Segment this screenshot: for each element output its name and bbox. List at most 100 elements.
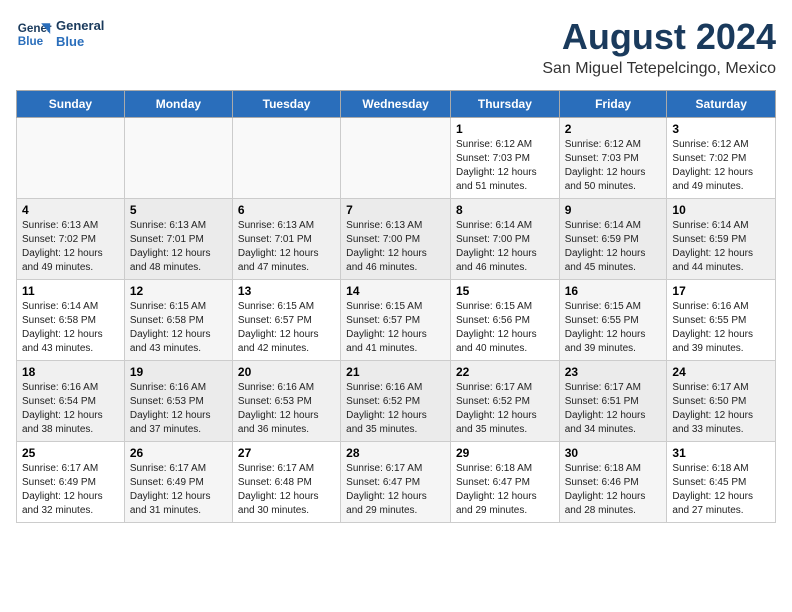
day-info: Sunrise: 6:17 AM Sunset: 6:52 PM Dayligh… — [456, 381, 554, 437]
day-number: 19 — [130, 365, 227, 379]
calendar-cell: 24 Sunrise: 6:17 AM Sunset: 6:50 PM Dayli… — [667, 361, 776, 442]
calendar-cell: 22 Sunrise: 6:17 AM Sunset: 6:52 PM Dayli… — [450, 361, 559, 442]
day-number: 31 — [672, 446, 770, 460]
day-number: 27 — [238, 446, 335, 460]
day-number: 12 — [130, 284, 227, 298]
day-number: 25 — [22, 446, 119, 460]
svg-text:Blue: Blue — [18, 35, 44, 48]
header-wednesday: Wednesday — [341, 91, 451, 118]
day-info: Sunrise: 6:15 AM Sunset: 6:56 PM Dayligh… — [456, 300, 554, 356]
day-number: 11 — [22, 284, 119, 298]
calendar-cell: 29 Sunrise: 6:18 AM Sunset: 6:47 PM Dayli… — [450, 442, 559, 523]
header-saturday: Saturday — [667, 91, 776, 118]
day-info: Sunrise: 6:13 AM Sunset: 7:01 PM Dayligh… — [238, 219, 335, 275]
title-section: August 2024 San Miguel Tetepelcingo, Mex… — [542, 16, 776, 78]
day-info: Sunrise: 6:15 AM Sunset: 6:58 PM Dayligh… — [130, 300, 227, 356]
day-number: 9 — [565, 203, 662, 217]
day-info: Sunrise: 6:15 AM Sunset: 6:57 PM Dayligh… — [346, 300, 445, 356]
day-info: Sunrise: 6:15 AM Sunset: 6:55 PM Dayligh… — [565, 300, 662, 356]
logo: General Blue General Blue — [16, 16, 104, 52]
header-thursday: Thursday — [450, 91, 559, 118]
week-row-5: 25 Sunrise: 6:17 AM Sunset: 6:49 PM Dayli… — [17, 442, 776, 523]
page-header: General Blue General Blue August 2024 Sa… — [16, 16, 776, 78]
day-info: Sunrise: 6:14 AM Sunset: 7:00 PM Dayligh… — [456, 219, 554, 275]
calendar-cell: 6 Sunrise: 6:13 AM Sunset: 7:01 PM Daylig… — [232, 199, 340, 280]
day-number: 21 — [346, 365, 445, 379]
header-sunday: Sunday — [17, 91, 125, 118]
day-info: Sunrise: 6:14 AM Sunset: 6:58 PM Dayligh… — [22, 300, 119, 356]
day-number: 2 — [565, 122, 662, 136]
day-info: Sunrise: 6:12 AM Sunset: 7:03 PM Dayligh… — [456, 138, 554, 194]
day-number: 6 — [238, 203, 335, 217]
calendar-cell: 17Sunrise: 6:16 AM Sunset: 6:55 PM Dayli… — [667, 280, 776, 361]
calendar-cell: 1 Sunrise: 6:12 AM Sunset: 7:03 PM Daylig… — [450, 118, 559, 199]
day-number: 16 — [565, 284, 662, 298]
calendar-cell: 31 Sunrise: 6:18 AM Sunset: 6:45 PM Dayli… — [667, 442, 776, 523]
header-tuesday: Tuesday — [232, 91, 340, 118]
day-number: 8 — [456, 203, 554, 217]
day-info: Sunrise: 6:18 AM Sunset: 6:47 PM Dayligh… — [456, 462, 554, 518]
week-row-3: 11 Sunrise: 6:14 AM Sunset: 6:58 PM Dayli… — [17, 280, 776, 361]
day-info: Sunrise: 6:17 AM Sunset: 6:48 PM Dayligh… — [238, 462, 335, 518]
calendar-cell: 11 Sunrise: 6:14 AM Sunset: 6:58 PM Dayli… — [17, 280, 125, 361]
calendar-cell: 8 Sunrise: 6:14 AM Sunset: 7:00 PM Daylig… — [450, 199, 559, 280]
day-info: Sunrise: 6:17 AM Sunset: 6:47 PM Dayligh… — [346, 462, 445, 518]
day-info: Sunrise: 6:12 AM Sunset: 7:03 PM Dayligh… — [565, 138, 662, 194]
day-info: Sunrise: 6:18 AM Sunset: 6:45 PM Dayligh… — [672, 462, 770, 518]
day-info: Sunrise: 6:14 AM Sunset: 6:59 PM Dayligh… — [565, 219, 662, 275]
subtitle: San Miguel Tetepelcingo, Mexico — [542, 60, 776, 78]
calendar-cell: 5 Sunrise: 6:13 AM Sunset: 7:01 PM Daylig… — [124, 199, 232, 280]
day-info: Sunrise: 6:15 AM Sunset: 6:57 PM Dayligh… — [238, 300, 335, 356]
day-number: 7 — [346, 203, 445, 217]
calendar-cell: 23 Sunrise: 6:17 AM Sunset: 6:51 PM Dayli… — [559, 361, 667, 442]
day-info: Sunrise: 6:16 AM Sunset: 6:52 PM Dayligh… — [346, 381, 445, 437]
day-number: 23 — [565, 365, 662, 379]
calendar-cell: 4 Sunrise: 6:13 AM Sunset: 7:02 PM Daylig… — [17, 199, 125, 280]
day-number: 17 — [672, 284, 770, 298]
day-info: Sunrise: 6:18 AM Sunset: 6:46 PM Dayligh… — [565, 462, 662, 518]
week-row-2: 4 Sunrise: 6:13 AM Sunset: 7:02 PM Daylig… — [17, 199, 776, 280]
calendar-cell — [17, 118, 125, 199]
day-number: 20 — [238, 365, 335, 379]
day-info: Sunrise: 6:13 AM Sunset: 7:00 PM Dayligh… — [346, 219, 445, 275]
day-info: Sunrise: 6:17 AM Sunset: 6:51 PM Dayligh… — [565, 381, 662, 437]
day-info: Sunrise: 6:16 AM Sunset: 6:53 PM Dayligh… — [130, 381, 227, 437]
week-row-1: 1 Sunrise: 6:12 AM Sunset: 7:03 PM Daylig… — [17, 118, 776, 199]
day-number: 1 — [456, 122, 554, 136]
day-info: Sunrise: 6:17 AM Sunset: 6:50 PM Dayligh… — [672, 381, 770, 437]
calendar-cell: 14 Sunrise: 6:15 AM Sunset: 6:57 PM Dayli… — [341, 280, 451, 361]
day-number: 14 — [346, 284, 445, 298]
day-info: Sunrise: 6:17 AM Sunset: 6:49 PM Dayligh… — [22, 462, 119, 518]
day-number: 13 — [238, 284, 335, 298]
day-info: Sunrise: 6:13 AM Sunset: 7:01 PM Dayligh… — [130, 219, 227, 275]
calendar-cell: 26Sunrise: 6:17 AM Sunset: 6:49 PM Dayli… — [124, 442, 232, 523]
calendar-cell: 10Sunrise: 6:14 AM Sunset: 6:59 PM Dayli… — [667, 199, 776, 280]
day-number: 30 — [565, 446, 662, 460]
day-number: 4 — [22, 203, 119, 217]
day-number: 29 — [456, 446, 554, 460]
day-info: Sunrise: 6:13 AM Sunset: 7:02 PM Dayligh… — [22, 219, 119, 275]
calendar-cell: 13 Sunrise: 6:15 AM Sunset: 6:57 PM Dayli… — [232, 280, 340, 361]
day-number: 28 — [346, 446, 445, 460]
header-friday: Friday — [559, 91, 667, 118]
day-info: Sunrise: 6:16 AM Sunset: 6:54 PM Dayligh… — [22, 381, 119, 437]
calendar-cell: 9 Sunrise: 6:14 AM Sunset: 6:59 PM Daylig… — [559, 199, 667, 280]
day-number: 5 — [130, 203, 227, 217]
calendar-cell: 12 Sunrise: 6:15 AM Sunset: 6:58 PM Dayli… — [124, 280, 232, 361]
calendar-cell: 28 Sunrise: 6:17 AM Sunset: 6:47 PM Dayli… — [341, 442, 451, 523]
calendar-cell: 15 Sunrise: 6:15 AM Sunset: 6:56 PM Dayli… — [450, 280, 559, 361]
calendar-cell — [124, 118, 232, 199]
day-number: 22 — [456, 365, 554, 379]
calendar-cell: 19 Sunrise: 6:16 AM Sunset: 6:53 PM Dayli… — [124, 361, 232, 442]
day-number: 3 — [672, 122, 770, 136]
calendar-cell: 25 Sunrise: 6:17 AM Sunset: 6:49 PM Dayli… — [17, 442, 125, 523]
calendar-cell: 27 Sunrise: 6:17 AM Sunset: 6:48 PM Dayli… — [232, 442, 340, 523]
calendar-cell: 30 Sunrise: 6:18 AM Sunset: 6:46 PM Dayli… — [559, 442, 667, 523]
calendar-table: SundayMondayTuesdayWednesdayThursdayFrid… — [16, 90, 776, 523]
week-row-4: 18Sunrise: 6:16 AM Sunset: 6:54 PM Dayli… — [17, 361, 776, 442]
day-number: 10 — [672, 203, 770, 217]
day-number: 26 — [130, 446, 227, 460]
day-number: 24 — [672, 365, 770, 379]
day-number: 15 — [456, 284, 554, 298]
calendar-cell — [341, 118, 451, 199]
